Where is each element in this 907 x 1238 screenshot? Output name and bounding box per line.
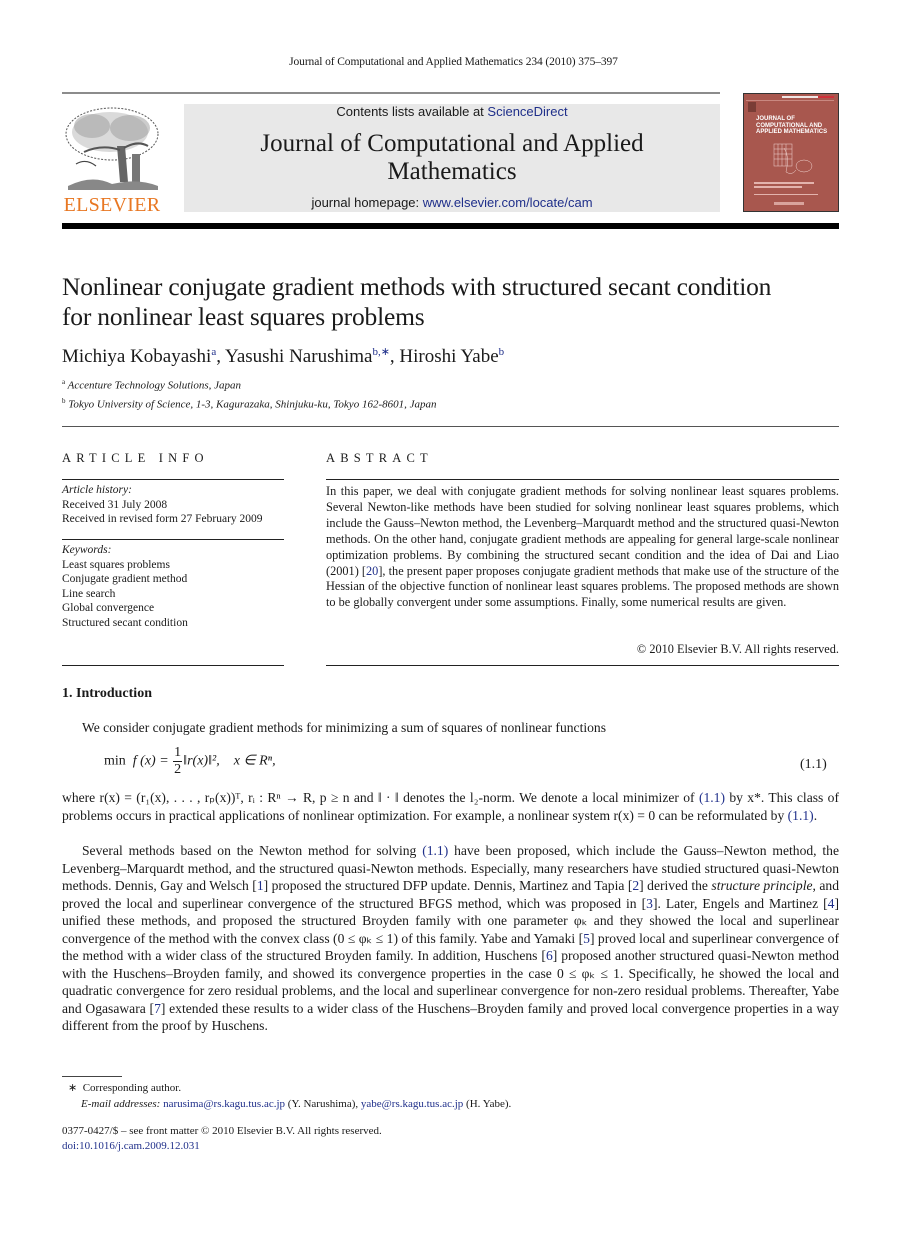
equation-ref-link[interactable]: (1.1): [699, 790, 725, 805]
keywords: Keywords: Least squares problems Conjuga…: [62, 543, 188, 630]
footnote-rule: [62, 1076, 122, 1077]
article-info-heading: ARTICLE INFO: [62, 451, 209, 465]
divider: [326, 665, 839, 666]
equation-1-1: min f (x) = 1 2 ‖r(x)‖², x ∈ Rⁿ,: [104, 745, 276, 777]
divider: [62, 539, 284, 540]
email-link[interactable]: yabe@rs.kagu.tus.ac.jp: [361, 1098, 463, 1110]
article-title: Nonlinear conjugate gradient methods wit…: [62, 272, 842, 332]
intro-paragraph-2: where r(x) = (r₁(x), . . . , rₚ(x))ᵀ, rᵢ…: [62, 790, 839, 823]
abstract-text: In this paper, we deal with conjugate gr…: [326, 484, 839, 610]
author-affiliation-mark[interactable]: b: [499, 346, 505, 358]
sciencedirect-link[interactable]: ScienceDirect: [487, 104, 567, 119]
contents-prefix: Contents lists available at: [336, 104, 488, 119]
equation-number: (1.1): [800, 757, 827, 772]
keywords-label: Keywords:: [62, 544, 112, 556]
section-heading: 1. Introduction: [62, 686, 152, 701]
title-line1: Nonlinear conjugate gradient methods wit…: [62, 272, 772, 301]
affiliation: a Accenture Technology Solutions, Japan: [62, 378, 241, 392]
history-label: Article history:: [62, 484, 132, 496]
corresponding-author-note: ∗ Corresponding author.: [68, 1082, 182, 1094]
author-list: Michiya Kobayashia, Yasushi Narushimab,∗…: [62, 346, 505, 367]
abstract-heading: ABSTRACT: [326, 451, 433, 465]
contents-line: Contents lists available at ScienceDirec…: [184, 104, 720, 119]
divider: [326, 479, 839, 480]
affiliation: b Tokyo University of Science, 1-3, Kagu…: [62, 397, 437, 411]
running-head: Journal of Computational and Applied Mat…: [289, 56, 618, 68]
author-name: Hiroshi Yabe: [399, 346, 499, 367]
title-line2: for nonlinear least squares problems: [62, 302, 425, 331]
author-name: Michiya Kobayashi: [62, 346, 212, 367]
cover-figure-icon: [773, 143, 813, 174]
issn-line: 0377-0427/$ – see front matter © 2010 El…: [62, 1125, 382, 1137]
masthead-top-rule: [62, 92, 720, 94]
journal-homepage: journal homepage: www.elsevier.com/locat…: [184, 195, 720, 210]
cover-logo-icon: [748, 102, 756, 112]
author-affiliation-mark[interactable]: b,∗: [372, 346, 389, 358]
citation-link[interactable]: 1: [257, 878, 264, 893]
homepage-prefix: journal homepage:: [311, 195, 423, 210]
intro-paragraph-3: Several methods based on the Newton meth…: [62, 843, 840, 1033]
keyword: Least squares problems: [62, 558, 170, 571]
abstract-copyright: © 2010 Elsevier B.V. All rights reserved…: [636, 642, 839, 656]
fraction: 12: [173, 745, 183, 777]
equation-ref-link[interactable]: (1.1): [422, 843, 448, 858]
keyword: Global convergence: [62, 602, 155, 614]
elsevier-wordmark: ELSEVIER: [63, 194, 161, 216]
citation-link[interactable]: 5: [583, 931, 590, 946]
keyword: Line search: [62, 587, 116, 600]
author-affiliation-mark[interactable]: a: [211, 346, 216, 358]
divider: [62, 426, 839, 427]
doi-link[interactable]: doi:10.1016/j.cam.2009.12.031: [62, 1140, 200, 1152]
intro-paragraph-1: We consider conjugate gradient methods f…: [82, 720, 607, 735]
history-item: Received 31 July 2008: [62, 498, 168, 511]
divider: [62, 479, 284, 480]
email-addresses: E-mail addresses: narusima@rs.kagu.tus.a…: [81, 1098, 512, 1110]
cover-top-band: [746, 96, 836, 102]
citation-link[interactable]: 3: [646, 896, 653, 911]
email-link[interactable]: narusima@rs.kagu.tus.ac.jp: [163, 1098, 285, 1110]
masthead-black-bar: [62, 223, 839, 229]
journal-name: Journal of Computational and Applied Mat…: [184, 130, 720, 186]
keyword: Structured secant condition: [62, 616, 188, 629]
journal-name-line1: Journal of Computational and Applied: [260, 130, 644, 157]
homepage-link[interactable]: www.elsevier.com/locate/cam: [423, 195, 593, 210]
keyword: Conjugate gradient method: [62, 573, 188, 585]
citation-link[interactable]: 7: [154, 1001, 161, 1016]
journal-cover-thumbnail: JOURNAL OF COMPUTATIONAL AND APPLIED MAT…: [743, 93, 839, 212]
cover-title: JOURNAL OF COMPUTATIONAL AND APPLIED MAT…: [756, 116, 828, 135]
history-item: Received in revised form 27 February 200…: [62, 513, 263, 525]
citation-link[interactable]: 6: [546, 948, 553, 963]
asterisk-mark: ∗: [68, 1082, 78, 1094]
divider: [62, 665, 284, 666]
author-name: Yasushi Narushima: [225, 346, 373, 367]
journal-name-line2: Mathematics: [387, 158, 517, 185]
citation-link[interactable]: 20: [366, 564, 378, 578]
article-history: Article history: Received 31 July 2008 R…: [62, 483, 263, 527]
equation-ref-link[interactable]: (1.1): [788, 808, 814, 823]
tree-icon: [65, 107, 159, 190]
